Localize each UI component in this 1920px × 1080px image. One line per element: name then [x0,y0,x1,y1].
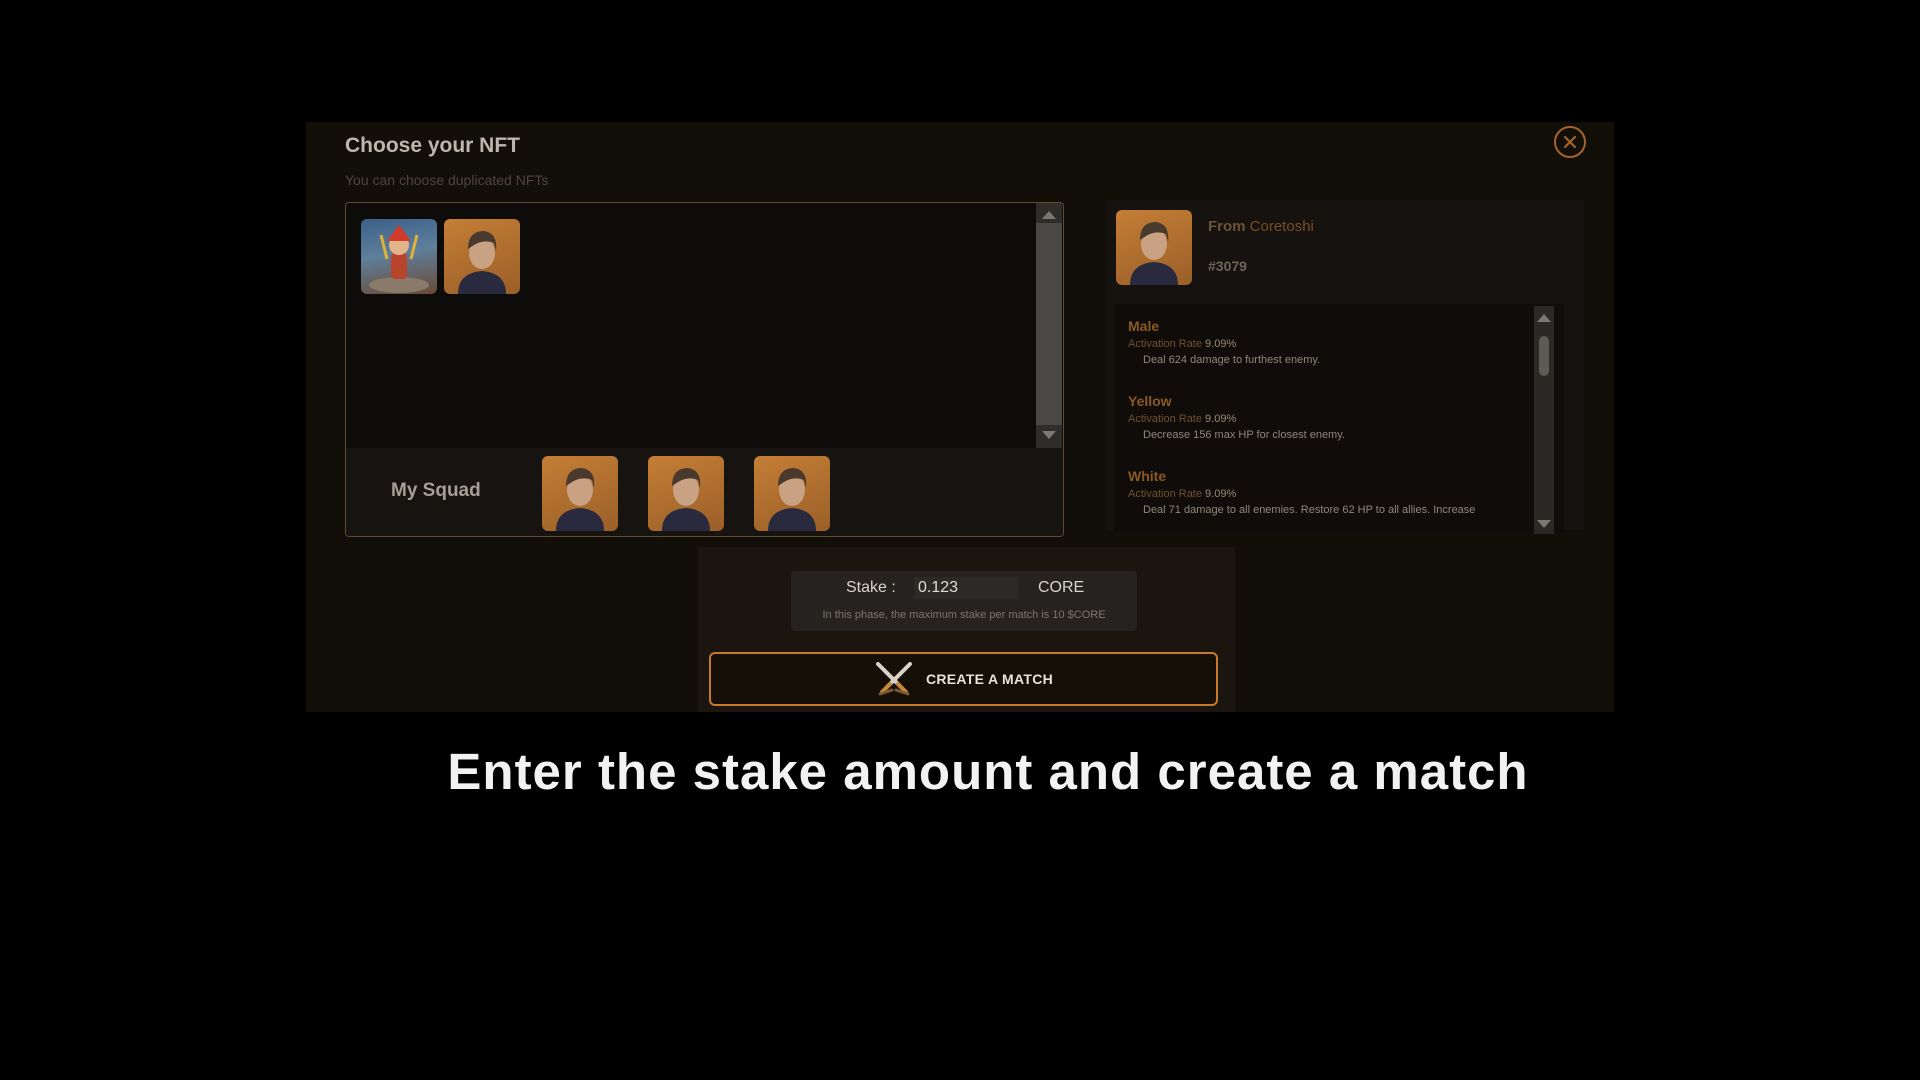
create-match-label: CREATE A MATCH [925,671,1054,687]
skill-description: Deal 71 damage to all enemies. Restore 6… [1143,504,1476,516]
stake-area: Stake : CORE In this phase, the maximum … [698,547,1235,712]
rate-value: 9.09% [1205,488,1237,500]
squad-slots [542,456,830,531]
stake-input[interactable] [914,577,1018,599]
coretoshi-portrait [768,468,816,531]
nft-grid [361,219,520,294]
from-line: From Coretoshi [1208,218,1314,235]
skills-list: Male Activation Rate 9.09% Deal 624 dama… [1114,304,1564,532]
create-match-button[interactable]: CREATE A MATCH [709,652,1218,706]
skill-rate: Activation Rate 9.09% [1128,413,1345,425]
rate-value: 9.09% [1205,338,1237,350]
nft-card-hero-warrior[interactable] [361,219,437,294]
squad-slot-1[interactable] [542,456,618,531]
close-button[interactable] [1554,126,1586,158]
nft-card-coretoshi[interactable] [444,219,520,294]
from-label: From [1208,218,1246,235]
skill-item: Male Activation Rate 9.09% Deal 624 dama… [1128,318,1320,366]
squad-slot-3[interactable] [754,456,830,531]
nft-list-panel: My Squad [345,202,1064,537]
coretoshi-portrait [556,468,604,531]
scroll-up-icon[interactable] [1042,211,1056,219]
close-icon [1563,135,1577,149]
rate-label: Activation Rate [1128,413,1202,425]
skill-name: Male [1128,318,1160,334]
choose-nft-modal: Choose your NFT You can choose duplicate… [306,122,1614,712]
crossed-swords-icon [875,662,912,696]
tutorial-caption: Enter the stake amount and create a matc… [447,743,1529,800]
skill-description: Deal 624 damage to furthest enemy. [1143,354,1321,366]
stake-note: In this phase, the maximum stake per mat… [822,609,1106,621]
squad-slot-2[interactable] [648,456,724,531]
modal-subtitle: You can choose duplicated NFTs [345,172,549,188]
coretoshi-portrait [1130,222,1178,285]
scroll-thumb[interactable] [1036,223,1062,425]
my-squad-bar: My Squad [346,448,1063,536]
scroll-down-icon[interactable] [1042,431,1056,439]
skill-description: Decrease 156 max HP for closest enemy. [1143,429,1345,441]
nft-list-scrollbar[interactable] [1036,203,1062,448]
skill-name: White [1128,468,1167,484]
stake-box: Stake : CORE In this phase, the maximum … [791,571,1137,631]
scroll-thumb[interactable] [1539,336,1549,376]
skill-name: Yellow [1128,393,1172,409]
token-id: #3079 [1208,258,1247,274]
rate-label: Activation Rate [1128,338,1202,350]
coretoshi-portrait [662,468,710,531]
skills-scrollbar[interactable] [1534,306,1554,534]
rate-label: Activation Rate [1128,488,1202,500]
stake-unit: CORE [1038,579,1085,596]
coretoshi-portrait [458,231,506,294]
detail-thumbnail [1116,210,1192,285]
nft-detail-panel: From Coretoshi #3079 Male Activation Rat… [1106,200,1584,532]
scroll-up-icon[interactable] [1537,314,1551,322]
squad-label: My Squad [391,480,481,501]
scroll-down-icon[interactable] [1537,520,1551,528]
rate-value: 9.09% [1205,413,1237,425]
skill-item: White Activation Rate 9.09% Deal 71 dama… [1128,468,1475,516]
skill-rate: Activation Rate 9.09% [1128,338,1320,350]
skill-rate: Activation Rate 9.09% [1128,488,1475,500]
owner-name: Coretoshi [1249,218,1314,235]
skill-item: Yellow Activation Rate 9.09% Decrease 15… [1128,393,1345,441]
stake-label: Stake : [846,579,896,596]
modal-title: Choose your NFT [345,134,521,157]
hero-warrior-portrait [369,225,429,293]
